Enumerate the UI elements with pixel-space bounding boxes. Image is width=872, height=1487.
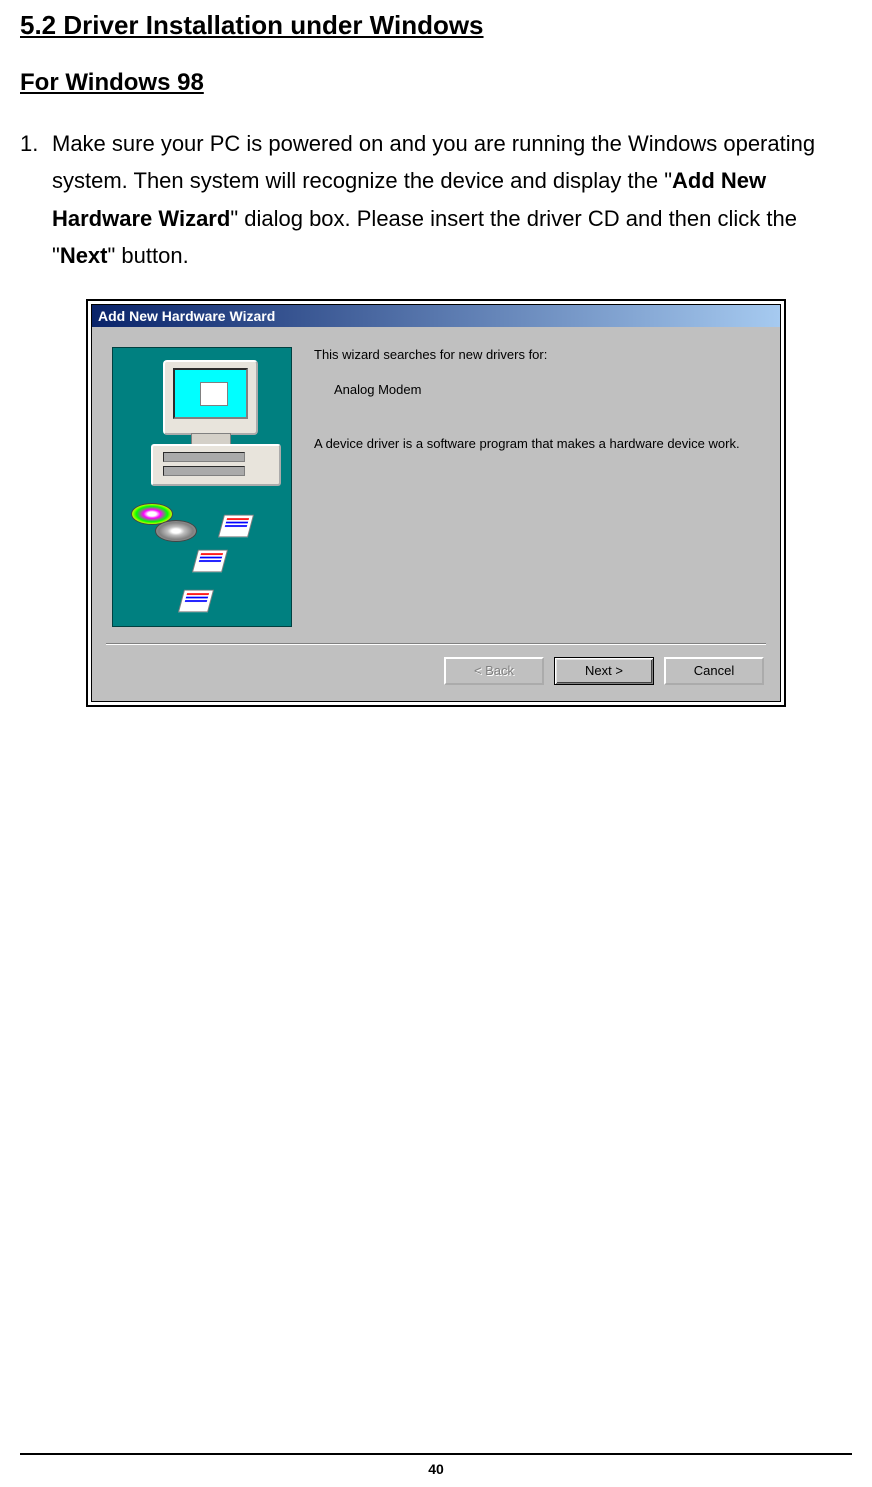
instruction-text: Make sure your PC is powered on and you …	[52, 125, 852, 275]
computer-base-icon	[151, 444, 281, 486]
instruction-part-3: " button.	[108, 243, 189, 268]
instruction-item: 1. Make sure your PC is powered on and y…	[20, 125, 852, 275]
cancel-button[interactable]: Cancel	[664, 657, 764, 685]
dialog-button-row: < Back Next > Cancel	[92, 645, 780, 701]
sub-heading: For Windows 98	[20, 69, 852, 97]
footer-divider	[20, 1453, 852, 1455]
monitor-icon	[163, 360, 258, 435]
document-icon	[192, 549, 228, 572]
page-footer: 40	[20, 1453, 852, 1477]
back-button-label: < Back	[474, 663, 514, 678]
document-icon	[218, 514, 254, 537]
instruction-bold-2: Next	[60, 243, 108, 268]
cancel-button-label: Cancel	[694, 663, 734, 678]
wizard-illustration	[112, 347, 292, 627]
section-heading: 5.2 Driver Installation under Windows	[20, 10, 852, 41]
document-icon	[178, 589, 214, 612]
dialog-titlebar: Add New Hardware Wizard	[92, 305, 780, 327]
add-new-hardware-wizard-dialog: Add New Hardware Wizard This wizard sear…	[91, 304, 781, 702]
next-button[interactable]: Next >	[554, 657, 654, 685]
wizard-text-area: This wizard searches for new drivers for…	[292, 347, 760, 627]
dialog-screenshot-frame: Add New Hardware Wizard This wizard sear…	[86, 299, 786, 707]
cd-icon	[155, 520, 197, 542]
next-button-label: Next >	[585, 663, 623, 678]
wizard-intro-text: This wizard searches for new drivers for…	[314, 347, 760, 362]
instruction-number: 1.	[20, 125, 52, 275]
wizard-description-text: A device driver is a software program th…	[314, 435, 760, 453]
page-number: 40	[20, 1461, 852, 1477]
dialog-body: This wizard searches for new drivers for…	[92, 327, 780, 637]
monitor-stand-icon	[191, 433, 231, 445]
wizard-device-name: Analog Modem	[334, 382, 760, 397]
back-button: < Back	[444, 657, 544, 685]
